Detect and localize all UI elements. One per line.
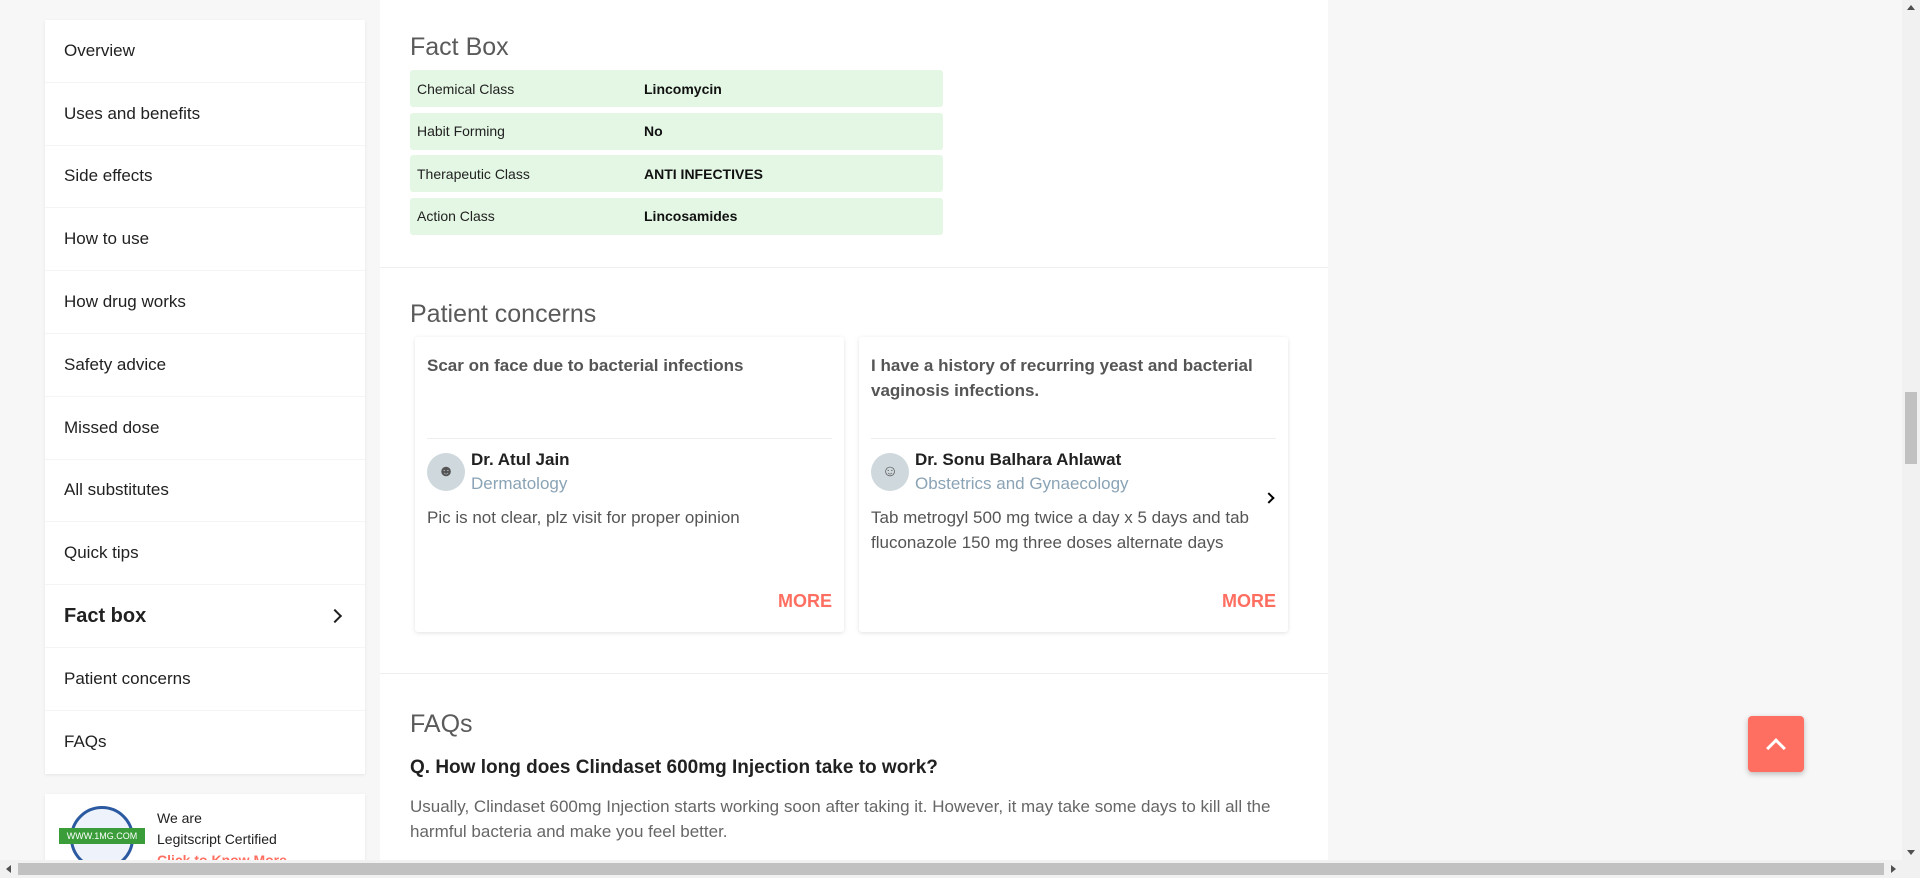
sidebar-item-faqs[interactable]: FAQs [45, 711, 365, 774]
vertical-scrollbar-thumb[interactable] [1905, 392, 1917, 464]
doctor-info: ☺ Dr. Sonu Balhara Ahlawat Obstetrics an… [871, 450, 1276, 494]
sidebar-item-label: Patient concerns [64, 668, 191, 688]
sidebar-item-label: Uses and benefits [64, 103, 201, 123]
sidebar-item-label: How drug works [64, 292, 186, 312]
sidebar-item-uses-and-benefits[interactable]: Uses and benefits [45, 83, 365, 146]
horizontal-scrollbar-thumb[interactable] [18, 863, 1884, 875]
sidebar-item-label: Missed dose [64, 417, 160, 437]
scroll-right-arrow-icon[interactable] [1891, 865, 1896, 873]
chevron-right-icon [1263, 492, 1275, 504]
fact-key: Habit Forming [417, 123, 505, 139]
concern-carousel: Scar on face due to bacterial infections… [410, 337, 1298, 632]
doctor-specialty: Dermatology [471, 474, 568, 493]
doctor-info: ☻ Dr. Atul Jain Dermatology [427, 450, 832, 494]
fact-row: Therapeutic Class ANTI INFECTIVES [410, 155, 943, 192]
back-to-top-button[interactable] [1748, 716, 1804, 772]
legitscript-line1: We are [157, 810, 202, 826]
fact-key: Therapeutic Class [417, 165, 530, 182]
scroll-up-arrow-icon[interactable] [1907, 5, 1915, 10]
doctor-specialty: Obstetrics and Gynaecology [915, 474, 1129, 493]
fact-value: ANTI INFECTIVES [644, 165, 764, 182]
fact-box-section: Fact Box Chemical Class Lincomycin Habit… [380, 0, 1328, 268]
avatar: ☻ [427, 453, 465, 491]
vertical-scrollbar[interactable] [1902, 0, 1920, 860]
fact-row: Habit Forming No [410, 112, 943, 150]
faqs-title: FAQs [410, 710, 473, 738]
faqs-section: FAQs Q. How long does Clindaset 600mg In… [380, 674, 1328, 844]
fact-value: Lincosamides [644, 208, 738, 224]
avatar: ☺ [871, 453, 909, 491]
doctor-answer: Pic is not clear, plz visit for proper o… [427, 508, 740, 527]
fact-box-title: Fact Box [410, 33, 509, 61]
sidebar-item-overview[interactable]: Overview [45, 20, 365, 83]
fact-key: Chemical Class [417, 80, 515, 97]
sidebar-item-label: Safety advice [64, 354, 167, 374]
more-link[interactable]: MORE [1222, 591, 1276, 612]
sidebar-item-label: Fact box [64, 604, 147, 627]
fact-key: Action Class [417, 208, 495, 224]
sidebar-item-missed-dose[interactable]: Missed dose [45, 397, 365, 460]
sidebar-item-how-to-use[interactable]: How to use [45, 208, 365, 272]
legitscript-line2: Legitscript Certified [157, 831, 277, 847]
patient-concerns-section: Patient concerns Scar on face due to bac… [380, 268, 1328, 674]
sidebar-item-label: Quick tips [64, 543, 139, 563]
chevron-up-icon [1766, 737, 1786, 758]
sidebar-item-side-effects[interactable]: Side effects [45, 146, 365, 209]
more-link[interactable]: MORE [778, 591, 832, 612]
fact-value: No [644, 123, 663, 139]
sidebar-item-patient-concerns[interactable]: Patient concerns [45, 648, 365, 711]
faq-answer: Usually, Clindaset 600mg Injection start… [410, 797, 1271, 841]
concern-card[interactable]: Scar on face due to bacterial infections… [415, 337, 844, 632]
fact-row: Chemical Class Lincomycin [410, 70, 943, 107]
sidebar-item-label: How to use [64, 229, 150, 249]
sidebar-item-label: Side effects [64, 166, 153, 186]
chevron-right-icon [327, 608, 343, 624]
sidebar-item-fact-box[interactable]: Fact box [45, 585, 365, 648]
sidebar-item-label: All substitutes [64, 480, 169, 500]
fact-value: Lincomycin [644, 80, 722, 97]
faq-question: Q. How long does Clindaset 600mg Injecti… [410, 757, 938, 778]
concern-question: Scar on face due to bacterial infections [427, 353, 832, 439]
carousel-next-button[interactable] [1254, 483, 1284, 513]
sidebar-item-safety-advice[interactable]: Safety advice [45, 334, 365, 397]
sidebar-item-how-drug-works[interactable]: How drug works [45, 271, 365, 334]
sidebar-item-label: FAQs [64, 732, 107, 752]
doctor-name: Dr. Atul Jain [471, 450, 570, 469]
section-nav-sidebar: Overview Uses and benefits Side effects … [45, 20, 365, 774]
concern-card[interactable]: I have a history of recurring yeast and … [859, 337, 1288, 632]
horizontal-scrollbar[interactable] [0, 860, 1920, 878]
patient-concerns-title: Patient concerns [410, 300, 597, 328]
sidebar-item-label: Overview [64, 40, 135, 60]
doctor-answer: Tab metrogyl 500 mg twice a day x 5 days… [871, 508, 1249, 552]
legitscript-seal-ribbon: WWW.1MG.COM [59, 828, 145, 844]
sidebar-item-all-substitutes[interactable]: All substitutes [45, 460, 365, 523]
doctor-name: Dr. Sonu Balhara Ahlawat [915, 450, 1122, 469]
scroll-down-arrow-icon[interactable] [1907, 850, 1915, 855]
main-content: Fact Box Chemical Class Lincomycin Habit… [380, 0, 1328, 878]
scroll-left-arrow-icon[interactable] [6, 865, 11, 873]
sidebar-item-quick-tips[interactable]: Quick tips [45, 522, 365, 586]
fact-row: Action Class Lincosamides [410, 197, 943, 235]
concern-question: I have a history of recurring yeast and … [871, 353, 1276, 439]
